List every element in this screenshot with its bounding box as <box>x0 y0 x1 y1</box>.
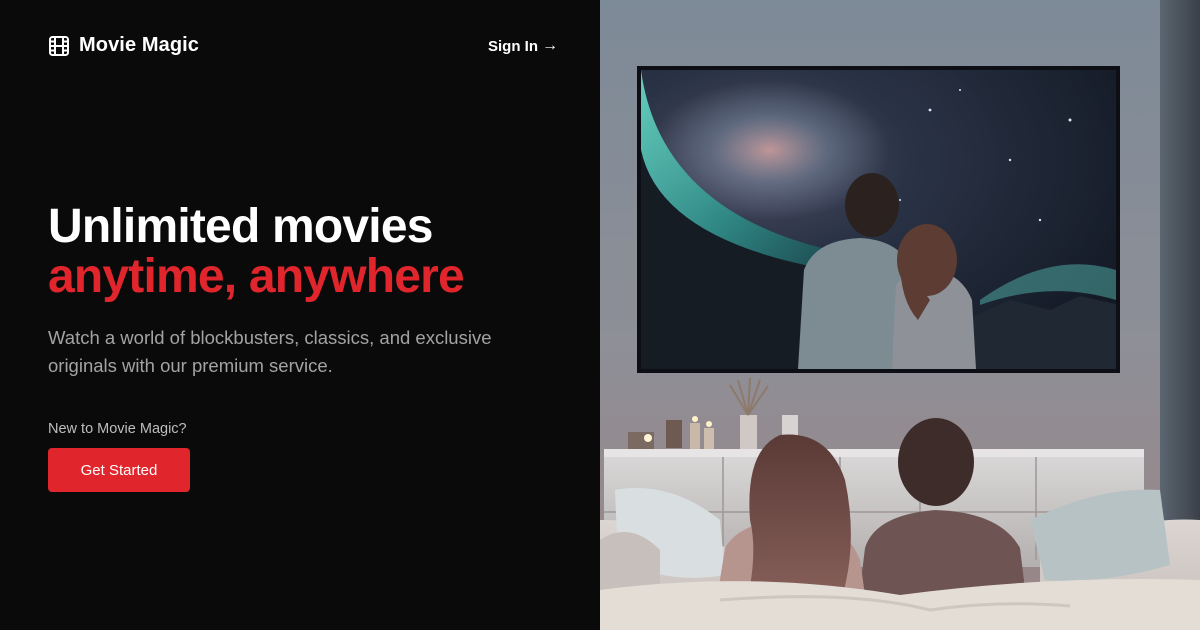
brand-name: Movie Magic <box>79 34 200 56</box>
film-icon <box>49 35 69 56</box>
hero-title-line1: Unlimited movies <box>48 200 433 253</box>
get-started-button[interactable]: Get Started <box>48 448 190 492</box>
arrow-right-icon: → <box>542 37 558 54</box>
left-panel: Movie Magic Sign In → Unlimited movies a… <box>0 0 600 630</box>
hero-title: Unlimited movies anytime, anywhere <box>48 200 465 303</box>
hero-image <box>600 0 1200 630</box>
hero-subtitle: Watch a world of blockbusters, classics,… <box>48 327 492 376</box>
brand-logo[interactable]: Movie Magic <box>48 34 199 57</box>
sign-in-link[interactable]: Sign In → <box>488 37 558 55</box>
hero-title-line2: anytime, anywhere <box>48 250 465 303</box>
living-room-illustration <box>600 0 1200 630</box>
new-to-label: New to Movie Magic? <box>48 421 187 437</box>
sign-in-label: Sign In <box>488 37 538 55</box>
